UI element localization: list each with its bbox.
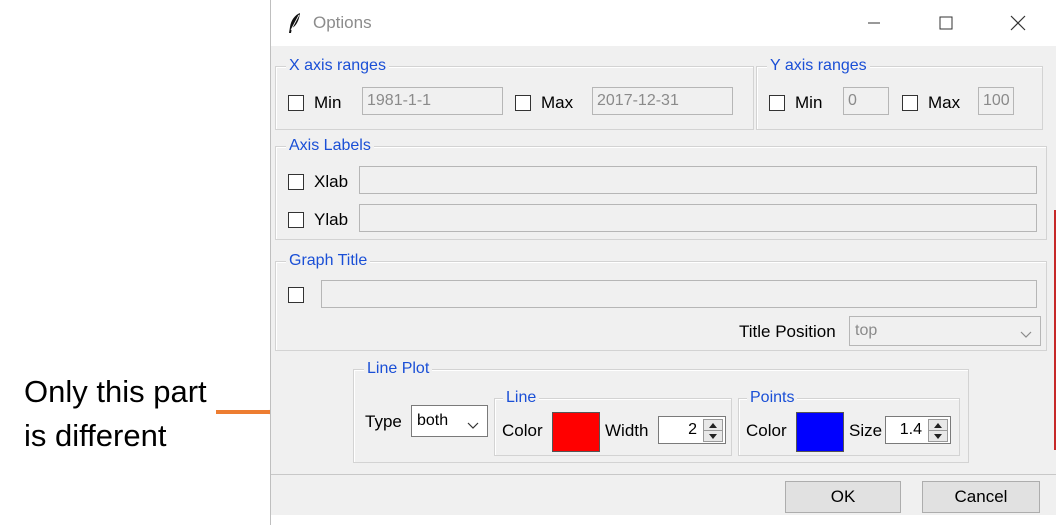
annotation-text: Only this part is different bbox=[24, 370, 207, 458]
spin-down-icon[interactable] bbox=[928, 430, 948, 442]
line-width-value: 2 bbox=[688, 421, 697, 438]
y-max-checkbox[interactable] bbox=[902, 95, 918, 111]
annotation-line-1: Only this part bbox=[24, 374, 207, 409]
type-select[interactable]: both bbox=[411, 405, 488, 437]
graph-title-checkbox[interactable] bbox=[288, 287, 304, 303]
close-button[interactable] bbox=[995, 0, 1041, 46]
line-plot-legend: Line Plot bbox=[364, 359, 433, 379]
y-max-input[interactable]: 100 bbox=[978, 87, 1014, 115]
spin-down-icon[interactable] bbox=[703, 430, 723, 442]
title-position-select[interactable]: top bbox=[849, 316, 1041, 346]
chevron-down-icon bbox=[467, 417, 479, 435]
ylab-label: Ylab bbox=[314, 210, 349, 229]
xlab-label: Xlab bbox=[314, 172, 349, 191]
ylab-input[interactable] bbox=[359, 204, 1037, 232]
line-width-label: Width bbox=[605, 421, 649, 440]
points-color-label: Color bbox=[746, 421, 787, 440]
graph-title-input[interactable] bbox=[321, 280, 1037, 308]
y-min-label: Min bbox=[795, 93, 823, 112]
graph-title-group: Graph Title Title Position top bbox=[275, 251, 1047, 351]
points-subgroup: Points Color Size 1.4 bbox=[738, 388, 960, 456]
type-value: both bbox=[417, 412, 449, 429]
window-bottom-edge bbox=[271, 515, 1056, 525]
line-plot-group: Line Plot Type both Line Color Width 2 P… bbox=[353, 359, 969, 463]
points-size-value: 1.4 bbox=[899, 421, 922, 438]
x-min-input[interactable]: 1981-1-1 bbox=[362, 87, 503, 115]
y-axis-ranges-legend: Y axis ranges bbox=[767, 56, 870, 76]
points-size-label: Size bbox=[849, 421, 883, 440]
line-legend: Line bbox=[503, 388, 540, 408]
cancel-button[interactable]: Cancel bbox=[922, 481, 1040, 513]
xlab-input[interactable] bbox=[359, 166, 1037, 194]
y-max-label: Max bbox=[928, 93, 961, 112]
button-separator bbox=[271, 474, 1056, 475]
x-min-checkbox[interactable] bbox=[288, 95, 304, 111]
title-position-value: top bbox=[855, 322, 878, 339]
axis-labels-group: Axis Labels Xlab Ylab bbox=[275, 136, 1047, 240]
x-max-input[interactable]: 2017-12-31 bbox=[592, 87, 733, 115]
points-size-spinbox[interactable]: 1.4 bbox=[885, 416, 951, 444]
title-position-label: Title Position bbox=[739, 322, 836, 341]
maximize-icon bbox=[939, 16, 953, 30]
window-title: Options bbox=[313, 13, 372, 32]
x-max-label: Max bbox=[541, 93, 574, 112]
points-legend: Points bbox=[747, 388, 798, 408]
ylab-checkbox[interactable] bbox=[288, 212, 304, 228]
x-axis-ranges-group: X axis ranges Min 1981-1-1 Max 2017-12-3… bbox=[275, 56, 754, 130]
maximize-button[interactable] bbox=[923, 0, 969, 46]
title-bar: Options bbox=[271, 0, 1056, 46]
chevron-down-icon bbox=[1020, 326, 1032, 344]
y-axis-ranges-group: Y axis ranges Min 0 Max 100 bbox=[756, 56, 1043, 130]
annotation-line-2: is different bbox=[24, 418, 167, 453]
x-min-label: Min bbox=[314, 93, 342, 112]
line-subgroup: Line Color Width 2 bbox=[494, 388, 732, 456]
line-color-swatch[interactable] bbox=[552, 412, 600, 452]
minimize-button[interactable] bbox=[851, 0, 897, 46]
y-min-checkbox[interactable] bbox=[769, 95, 785, 111]
line-color-label: Color bbox=[502, 421, 543, 440]
points-color-swatch[interactable] bbox=[796, 412, 844, 452]
graph-title-legend: Graph Title bbox=[286, 251, 371, 271]
feather-icon bbox=[287, 12, 303, 39]
axis-labels-legend: Axis Labels bbox=[286, 136, 374, 156]
line-width-spinbox[interactable]: 2 bbox=[658, 416, 726, 444]
ok-button[interactable]: OK bbox=[785, 481, 901, 513]
minimize-icon bbox=[868, 22, 880, 24]
type-label: Type bbox=[365, 412, 402, 431]
x-max-checkbox[interactable] bbox=[515, 95, 531, 111]
x-axis-ranges-legend: X axis ranges bbox=[286, 56, 389, 76]
options-dialog: Options X axis ranges Min 1981-1-1 Max 2… bbox=[270, 0, 1056, 525]
close-icon bbox=[1010, 15, 1026, 31]
y-min-input[interactable]: 0 bbox=[843, 87, 889, 115]
xlab-checkbox[interactable] bbox=[288, 174, 304, 190]
